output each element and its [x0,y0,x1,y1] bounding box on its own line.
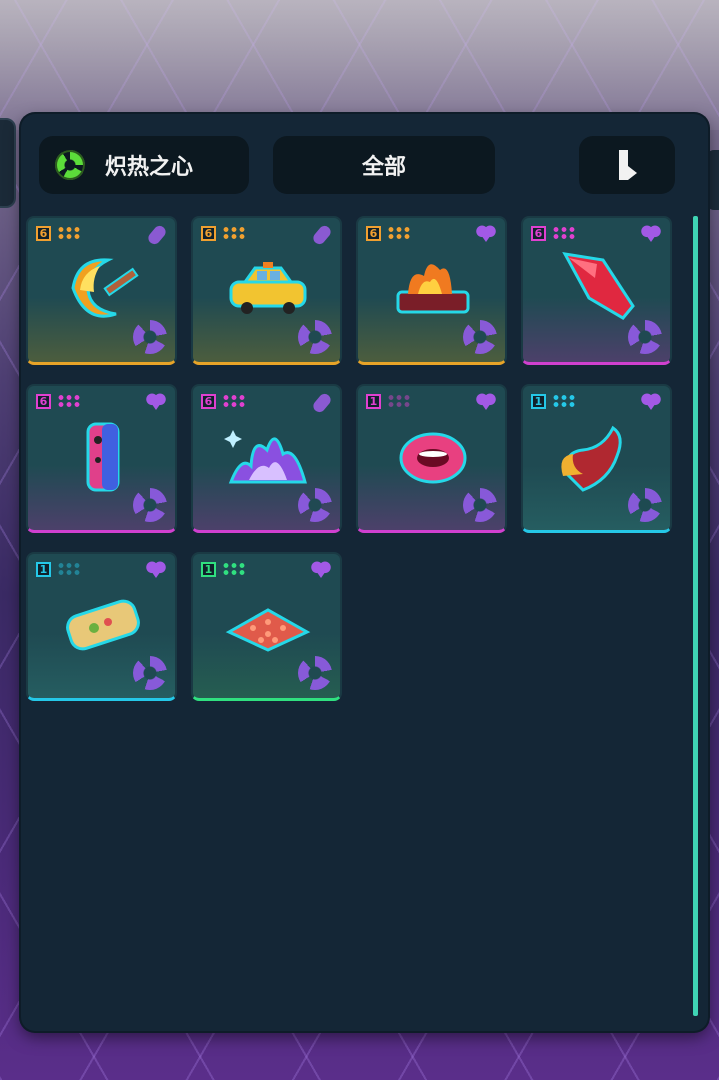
sort-button[interactable] [579,136,675,194]
star-dots [222,394,246,408]
pill-icon[interactable] [310,223,334,247]
set-spiral-icon [628,320,662,354]
background-haze [0,0,719,130]
inventory-panel: 炽热之心 全部 6 6 6 6 6 6 1 1 1 1 [21,114,708,1031]
burning-log-icon [396,264,470,314]
lips-icon [399,432,467,484]
spike-mat-icon [225,608,311,652]
set-filter-label: 炽热之心 [105,155,194,180]
star-dots [222,226,246,240]
rank-badge: 6 [201,394,216,409]
category-filter-button[interactable]: 全部 [273,136,495,194]
item-card[interactable]: 1 [521,384,672,533]
heart-icon[interactable] [641,225,661,243]
star-dots [387,394,411,408]
item-card[interactable]: 6 [26,216,177,365]
item-card[interactable]: 6 [191,384,342,533]
burrito-icon [66,599,140,651]
yellow-taxi-icon [229,262,307,314]
set-spiral-icon [133,656,167,690]
star-dots [57,394,81,408]
purple-flame-icon [224,430,307,484]
item-card[interactable]: 1 [191,552,342,701]
fire-boomerang-icon [71,258,139,318]
heart-icon[interactable] [476,393,496,411]
heart-icon[interactable] [146,561,166,579]
set-spiral-icon [133,320,167,354]
rank-badge: 6 [36,226,51,241]
star-dots [57,562,81,576]
pill-icon[interactable] [310,391,334,415]
game-controller-icon [86,422,120,492]
rank-badge: 6 [531,226,546,241]
fire-scorpion-icon [561,425,622,492]
pill-icon[interactable] [145,223,169,247]
set-spiral-icon [133,488,167,522]
item-card[interactable]: 6 [356,216,507,365]
star-dots [387,226,411,240]
item-card[interactable]: 6 [521,216,672,365]
item-card[interactable]: 6 [26,384,177,533]
set-spiral-icon [298,488,332,522]
star-dots [552,226,576,240]
side-tab-left[interactable] [0,118,16,208]
rank-badge: 6 [366,226,381,241]
category-filter-label: 全部 [361,155,406,180]
set-spiral-icon [298,320,332,354]
set-spiral-icon [55,150,85,180]
set-spiral-icon [463,320,497,354]
red-shard-icon [562,252,635,320]
rank-badge: 6 [201,226,216,241]
rank-badge: 1 [366,394,381,409]
item-card[interactable]: 1 [26,552,177,701]
heart-icon[interactable] [311,561,331,579]
heart-icon[interactable] [476,225,496,243]
rank-badge: 1 [36,562,51,577]
star-dots [222,562,246,576]
set-spiral-icon [298,656,332,690]
item-card[interactable]: 1 [356,384,507,533]
rank-badge: 1 [531,394,546,409]
item-card[interactable]: 6 [191,216,342,365]
rank-badge: 6 [36,394,51,409]
scrollbar[interactable] [693,216,698,1016]
sort-icon [619,150,637,180]
star-dots [552,394,576,408]
heart-icon[interactable] [641,393,661,411]
rank-badge: 1 [201,562,216,577]
set-spiral-icon [628,488,662,522]
set-filter-button[interactable]: 炽热之心 [39,136,249,194]
set-spiral-icon [463,488,497,522]
star-dots [57,226,81,240]
heart-icon[interactable] [146,393,166,411]
